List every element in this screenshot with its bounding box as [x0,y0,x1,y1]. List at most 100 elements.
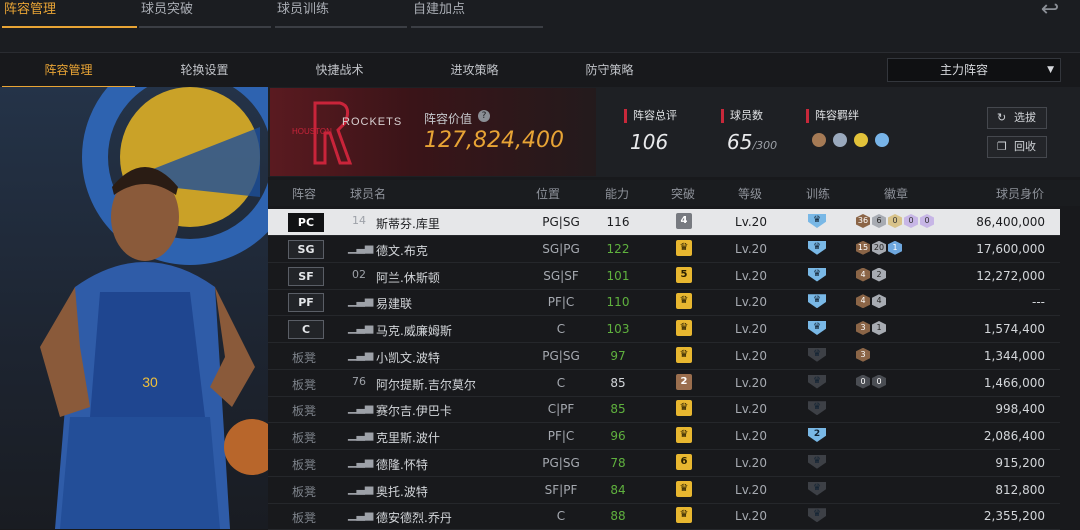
player-value: 86,400,000 [976,215,1045,229]
top-tab-breakthrough[interactable]: 球员突破 [139,0,271,28]
player-ability: 85 [610,402,626,417]
table-row[interactable]: 板凳 ▁▃▅ 克里斯.波什 PF|C 96 ♛ Lv.20 2 2,086,400 [268,423,1060,450]
player-name[interactable]: 易建联 [376,295,412,312]
player-count-label: 球员数 [721,109,763,123]
signal-icon: ▁▃▅ [348,294,374,308]
badge-icon: 15 [856,240,870,255]
slot-badge: SG [288,239,324,259]
signal-icon: ▁▃▅ [348,347,374,361]
signal-icon: ▁▃▅ [348,508,374,522]
training-icon[interactable]: ♛ [808,347,826,362]
player-position: PF|C [547,295,575,310]
player-ability: 78 [610,455,626,470]
training-icon[interactable]: ♛ [808,214,826,228]
badge-icon: 3 [856,321,870,335]
table-row[interactable]: 板凳 ▁▃▅ 德安德烈.乔丹 C 88 ♛ Lv.20 ♛ 2,355,200 [268,503,1060,530]
sub-tab-offense[interactable]: 进攻策略 [408,58,541,86]
player-value: 12,272,000 [976,268,1045,283]
signal-icon: ▁▃▅ [348,240,374,254]
player-ability: 85 [610,375,626,390]
player-rank: 14 [352,214,366,227]
table-row[interactable]: PF ▁▃▅ 易建联 PF|C 110 ♛ Lv.20 ♛ 4 4 --- [268,289,1060,317]
player-ability: 122 [606,241,630,256]
breakthrough-icon: ♛ [676,507,692,524]
training-icon[interactable]: ♛ [808,267,826,282]
player-value: 2,355,200 [983,509,1045,524]
player-level: Lv.20 [735,348,767,363]
training-icon[interactable]: ♛ [808,401,826,416]
slot-badge: PC [288,213,324,232]
signal-icon: ▁▃▅ [348,428,374,441]
player-name[interactable]: 阿尔提斯.吉尔莫尔 [376,376,476,393]
team-logo: HOUSTON ROCKETS [270,88,412,176]
lineup-dropdown[interactable]: 主力阵容 ▼ [887,58,1061,82]
player-name[interactable]: 赛尔吉.伊巴卡 [376,402,452,419]
player-ability: 116 [606,215,630,229]
training-icon[interactable]: ♛ [808,374,826,389]
table-row[interactable]: 板凳 ▁▃▅ 德隆.怀特 PG|SG 78 6 Lv.20 ♛ 915,200 [268,450,1060,477]
badge-icon: 4 [872,294,886,309]
training-icon[interactable]: 2 [808,428,826,442]
player-name[interactable]: 德安德烈.乔丹 [376,509,452,526]
breakthrough-icon: ♛ [676,239,692,256]
badge-icon: 3 [856,347,870,362]
table-row[interactable]: SG ▁▃▅ 德文.布克 SG|PG 122 ♛ Lv.20 ♛ 15 20 1 17,600,000 [268,236,1060,263]
table-row[interactable]: 板凳 ▁▃▅ 赛尔吉.伊巴卡 C|PF 85 ♛ Lv.20 ♛ 998,400 [268,396,1060,424]
top-tab-custom-points[interactable]: 自建加点 [411,0,543,28]
player-level: Lv.20 [735,455,767,470]
player-level: Lv.20 [735,402,767,417]
breakthrough-icon: ♛ [676,320,692,336]
player-name[interactable]: 阿兰.休斯顿 [376,269,440,286]
select-button[interactable]: ↻ 选拔 [987,107,1047,129]
lineup-dropdown-value: 主力阵容 [939,63,988,77]
table-row[interactable]: 板凳 76 阿尔提斯.吉尔莫尔 C 85 2 Lv.20 ♛ 0 0 1,466,000 [268,370,1060,397]
training-icon[interactable]: ♛ [808,294,826,309]
player-value: 812,800 [995,482,1045,497]
top-tab-lineup[interactable]: 阵容管理 [2,0,137,28]
player-position: PG|SG [542,455,580,470]
player-name[interactable]: 德文.布克 [376,242,428,259]
training-icon[interactable]: ♛ [808,454,826,469]
top-tab-training[interactable]: 球员训练 [275,0,407,28]
sub-tab-rotation[interactable]: 轮换设置 [138,58,271,86]
sub-tab-quick-tactics[interactable]: 快捷战术 [273,58,406,86]
slot-bench: 板凳 [292,377,317,392]
table-row[interactable]: 板凳 ▁▃▅ 奥托.波特 SF|PF 84 ♛ Lv.20 ♛ 812,800 [268,477,1060,504]
player-name[interactable]: 德隆.怀特 [376,456,428,473]
training-icon[interactable]: ♛ [808,321,826,335]
bond-icons[interactable] [812,133,890,151]
slot-badge: PF [288,293,324,313]
player-name[interactable]: 克里斯.波什 [376,429,440,446]
player-position: PF|C [547,429,575,443]
recycle-button[interactable]: ❐ 回收 [987,136,1047,158]
player-level: Lv.20 [735,268,767,283]
player-name[interactable]: 小凯文.波特 [376,349,440,366]
refresh-icon: ↻ [997,111,1007,124]
back-arrow-icon[interactable]: ↩ [1032,0,1068,21]
badge-icon: 36 [856,214,870,228]
table-row[interactable]: PC 14 斯蒂芬.库里 PG|SG 116 4 Lv.20 ♛ 36 6 0 0 0 86,400,00… [268,209,1060,236]
table-row[interactable]: SF 02 阿兰.休斯顿 SG|SF 101 5 Lv.20 ♛ 4 2 12,272,000 [268,263,1060,290]
player-name[interactable]: 奥托.波特 [376,483,428,500]
player-name[interactable]: 马克.威廉姆斯 [376,322,452,339]
slot-badge: C [288,320,324,339]
training-icon[interactable]: ♛ [808,481,826,496]
training-icon[interactable]: ♛ [808,508,826,523]
bond-label: 阵容羁绊 [806,109,859,123]
col-badges: 徽章 [884,187,909,201]
player-name[interactable]: 斯蒂芬.库里 [376,215,440,232]
player-ability: 96 [610,429,626,443]
player-ability: 103 [606,322,630,336]
training-icon[interactable]: ♛ [808,240,826,255]
badge-icon: 0 [888,214,902,228]
sub-tab-lineup[interactable]: 阵容管理 [2,58,135,88]
player-ability: 88 [610,509,626,524]
player-value: 17,600,000 [976,241,1045,256]
help-icon[interactable]: ? [478,110,490,122]
table-row[interactable]: C ▁▃▅ 马克.威廉姆斯 C 103 ♛ Lv.20 ♛ 3 1 1,574,400 [268,316,1060,343]
table-row[interactable]: 板凳 ▁▃▅ 小凯文.波特 PG|SG 97 ♛ Lv.20 ♛ 3 1,344,000 [268,343,1060,370]
player-portrait: 30 [0,87,268,529]
sub-tab-defense[interactable]: 防守策略 [543,58,676,86]
player-ability: 110 [606,295,630,310]
col-level: 等级 [738,187,763,201]
